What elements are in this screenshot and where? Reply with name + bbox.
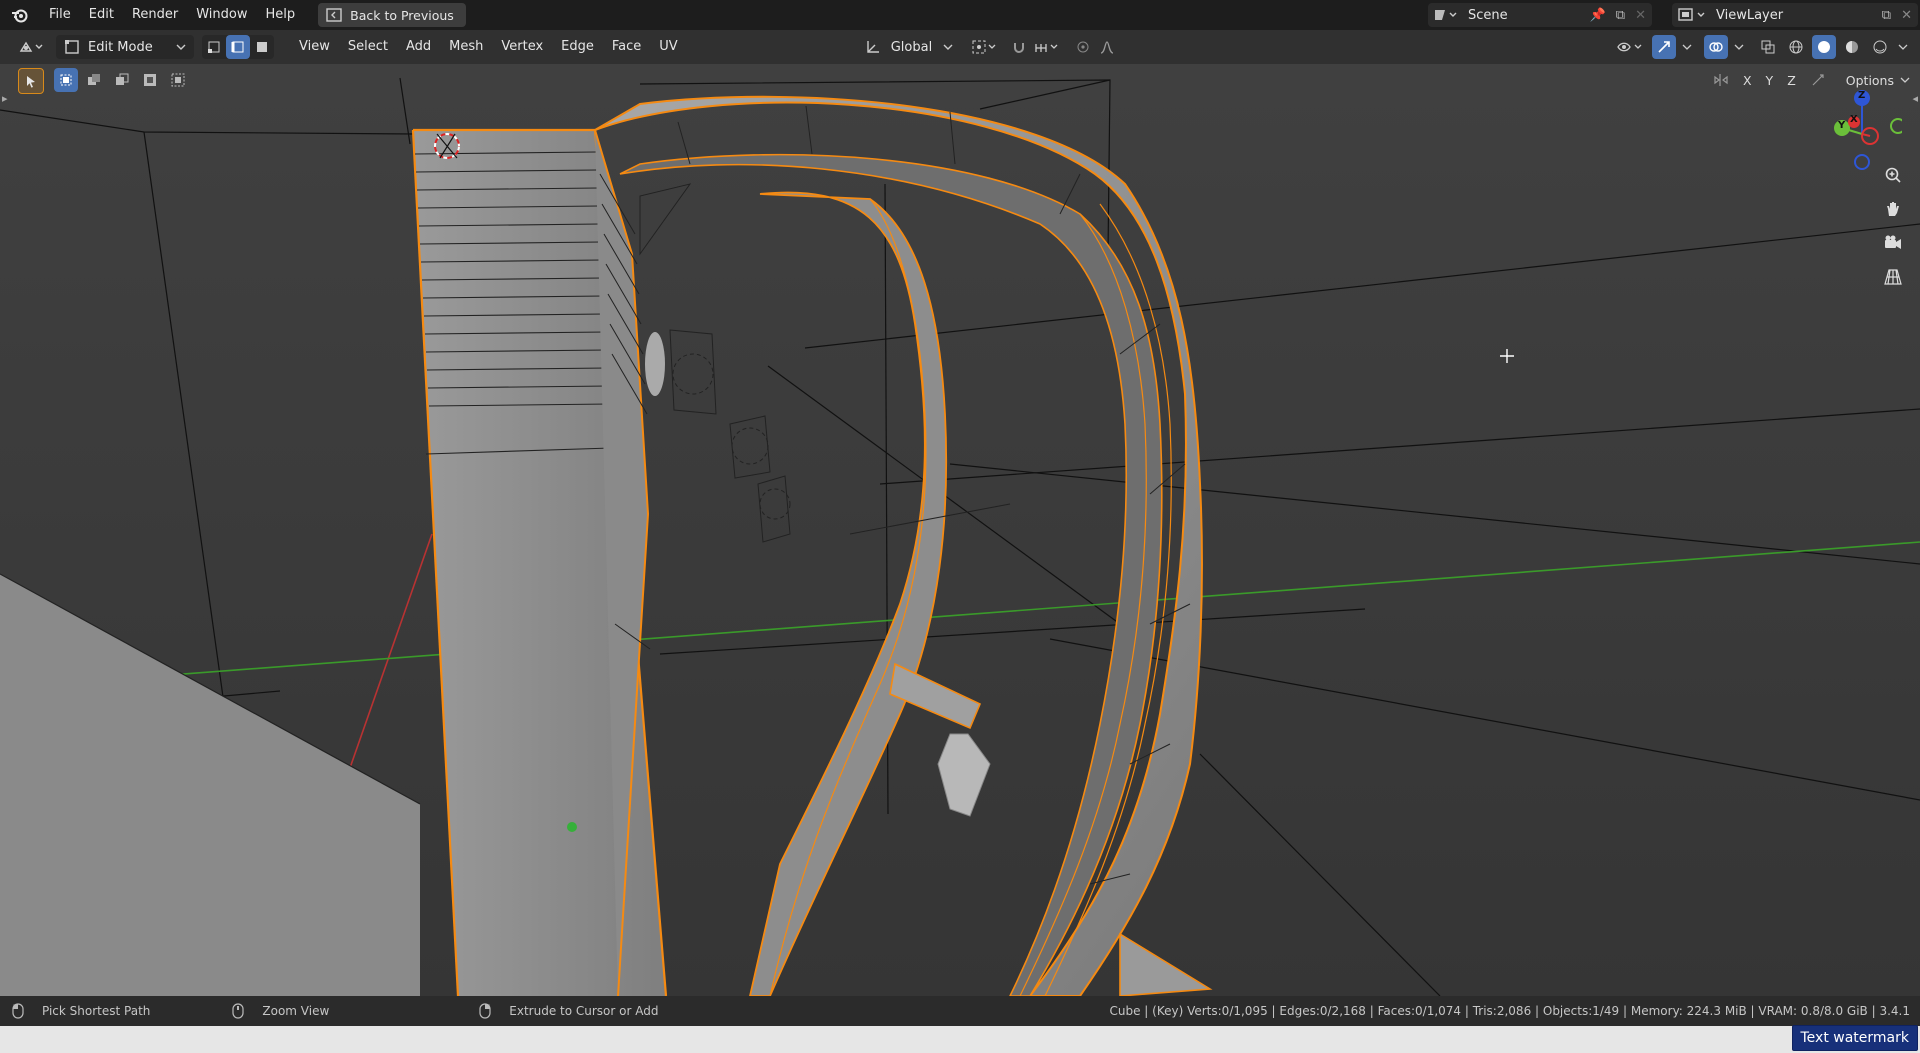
overlays-dropdown-icon[interactable] [1732,35,1746,59]
mouse-right-icon [479,1003,491,1019]
menu-edit[interactable]: Edit [80,0,123,30]
face-select-icon[interactable] [250,35,274,59]
scene-statistics: Cube | (Key) Verts:0/1,095 | Edges:0/2,1… [1109,1004,1911,1018]
gizmo-dropdown-icon[interactable] [1680,35,1694,59]
viewlayer-selector[interactable]: ViewLayer ⧉ ✕ [1672,3,1918,27]
new-scene-icon[interactable]: ⧉ [1616,8,1625,23]
editor-type-icon [19,41,43,52]
status-hint-1-label: Pick Shortest Path [42,1004,151,1018]
mirror-z-toggle[interactable]: Z [1783,73,1800,88]
menu-render[interactable]: Render [123,0,187,30]
solid-shading-icon[interactable] [1812,35,1836,59]
chevron-down-icon [176,44,186,50]
left-plank[interactable] [411,128,668,996]
box-select-extend-icon[interactable] [82,68,106,92]
mode-dropdown[interactable]: Edit Mode [56,35,194,59]
viewlayer-icon [1678,8,1705,21]
mode-label: Edit Mode [88,39,153,55]
material-shading-icon[interactable] [1840,35,1864,59]
orientation-label: Global [890,39,933,55]
delete-viewlayer-icon[interactable]: ✕ [1901,8,1912,23]
scene-name[interactable]: Scene [1468,8,1590,23]
side-knob [645,332,665,396]
mirror-icon[interactable] [1709,68,1733,92]
menu-uv[interactable]: UV [650,30,686,64]
mouse-middle-icon [232,1003,244,1019]
box-select-subtract-icon[interactable] [110,68,134,92]
text-watermark: Text watermark [1791,1025,1918,1051]
snap-target-icon[interactable] [1031,35,1065,59]
zoom-tool-icon[interactable] [1878,160,1908,190]
viewport-display-controls [1614,35,1910,59]
box-select-invert-icon[interactable] [138,68,162,92]
gizmo-x-label: X [1850,114,1858,125]
gizmo-toggle-icon[interactable] [1652,35,1676,59]
box-select-intersect-icon[interactable] [166,68,190,92]
menu-edge[interactable]: Edge [552,30,603,64]
status-hint-2-label: Zoom View [262,1004,330,1018]
edit-mode-icon [65,40,79,54]
menu-view[interactable]: View [290,30,339,64]
top-bar: File Edit Render Window Help Back to Pre… [0,0,1920,30]
status-hint-3: Extrude to Cursor or Add [479,1003,658,1019]
status-bar: Pick Shortest Path Zoom View Extrude to … [0,996,1920,1026]
viewport-header: Edit Mode View Select Add Mesh Vertex Ed… [0,30,1920,64]
shading-dropdown-icon[interactable] [1896,35,1910,59]
status-hint-2: Zoom View [232,1003,329,1019]
visibility-icon[interactable] [1614,35,1648,59]
viewport-scene[interactable] [0,64,1920,996]
menu-add[interactable]: Add [397,30,440,64]
editor-type-dropdown[interactable] [10,35,54,59]
wireframe-shading-icon[interactable] [1784,35,1808,59]
mouse-left-icon [12,1003,24,1019]
menu-face[interactable]: Face [603,30,650,64]
perspective-toggle-icon[interactable] [1878,262,1908,292]
mirror-y-toggle[interactable]: Y [1762,73,1778,88]
hand-pan-icon[interactable] [1878,194,1908,224]
xray-toggle-icon[interactable] [1756,35,1780,59]
chevron-down-icon [943,44,953,50]
mirror-x-toggle[interactable]: X [1739,73,1756,88]
select-tool-row [18,68,190,94]
viewlayer-name[interactable]: ViewLayer [1716,8,1882,23]
scene-selector[interactable]: Scene 📌 ⧉ ✕ [1428,3,1652,27]
menu-vertex[interactable]: Vertex [492,30,552,64]
back-icon [326,8,342,22]
proportional-edit-icon[interactable] [1071,35,1095,59]
pin-icon[interactable]: 📌 [1590,8,1606,23]
menu-select[interactable]: Select [339,30,397,64]
status-hint-3-label: Extrude to Cursor or Add [509,1004,659,1018]
blender-logo-icon[interactable] [0,0,40,30]
camera-view-icon[interactable] [1878,228,1908,258]
orientation-icon [867,41,879,53]
select-tool-icon[interactable] [18,68,44,94]
scene-icon [1435,10,1457,20]
3d-viewport[interactable]: X Y Z Options ▸ ◂ Z Y X [0,64,1920,996]
gizmo-z-label: Z [1858,90,1866,101]
edge-select-icon[interactable] [226,35,250,59]
box-select-new-icon[interactable] [54,68,78,92]
toolbar-expand-arrow[interactable]: ▸ [2,92,8,105]
new-viewlayer-icon[interactable]: ⧉ [1882,8,1891,23]
vertex-select-icon[interactable] [202,35,226,59]
back-to-previous-button[interactable]: Back to Previous [318,3,466,27]
menu-window[interactable]: Window [187,0,256,30]
sidebar-expand-arrow[interactable]: ◂ [1912,92,1918,105]
rendered-shading-icon[interactable] [1868,35,1892,59]
overlays-toggle-icon[interactable] [1704,35,1728,59]
menu-file[interactable]: File [40,0,80,30]
gizmo-y-label: Y [1838,120,1846,131]
select-mode-group [202,35,274,59]
falloff-icon[interactable] [1095,35,1119,59]
menu-help[interactable]: Help [257,0,305,30]
delete-scene-icon[interactable]: ✕ [1635,8,1646,23]
transform-orientation-dropdown[interactable]: Global [857,35,961,59]
status-hint-1: Pick Shortest Path [12,1003,150,1019]
object-origin-dot [567,822,577,832]
pivot-point-icon[interactable] [969,35,1003,59]
menu-mesh[interactable]: Mesh [440,30,492,64]
snap-toggle-icon[interactable] [1007,35,1031,59]
navigation-gizmo[interactable]: Z Y X [1812,80,1906,170]
back-label: Back to Previous [350,7,454,23]
